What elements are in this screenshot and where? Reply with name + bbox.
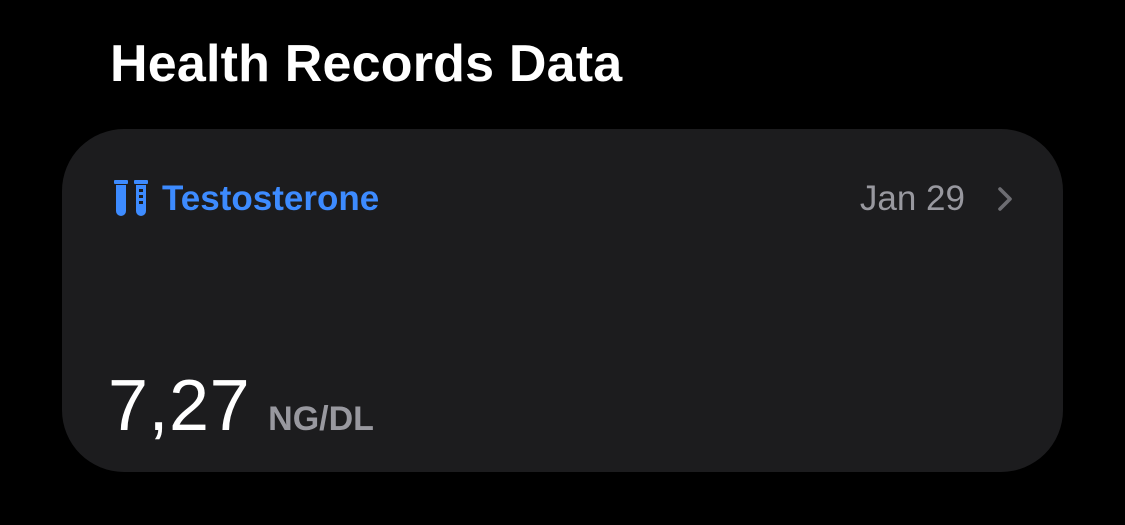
- section-title: Health Records Data: [110, 35, 623, 93]
- value-unit: NG/DL: [268, 400, 374, 438]
- chevron-right-icon[interactable]: [995, 184, 1015, 214]
- record-meta: Jan 29: [860, 177, 1015, 221]
- testosterone-record-card[interactable]: Testosterone Jan 29 7,27 NG/DL: [62, 129, 1063, 472]
- test-tubes-icon: [114, 180, 148, 216]
- record-value: 7,27 NG/DL: [108, 365, 374, 447]
- record-header: Testosterone: [112, 177, 379, 221]
- value-number: 7,27: [108, 366, 251, 446]
- record-name: Testosterone: [162, 179, 380, 218]
- record-date: Jan 29: [859, 179, 965, 218]
